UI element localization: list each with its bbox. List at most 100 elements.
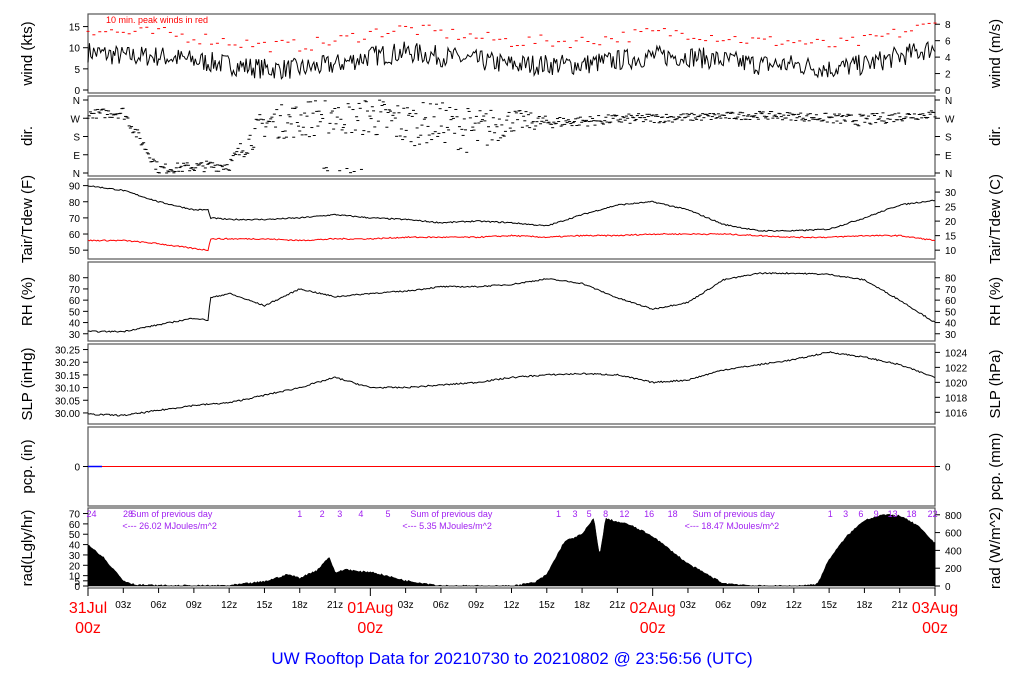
x-tick-label: 06z bbox=[433, 600, 449, 611]
sun-hour-label: 2 bbox=[320, 509, 325, 519]
dir-ylabel: dir. bbox=[19, 126, 36, 146]
sun-hour-label: 18 bbox=[668, 509, 678, 519]
slp-ytick-right-label: 1016 bbox=[945, 408, 968, 419]
wind-ytick-right-label: 8 bbox=[945, 20, 951, 31]
day-label: 02Aug bbox=[630, 600, 676, 617]
temp-ytick-right-label: 30 bbox=[945, 188, 957, 199]
slp-ytick-right-label: 1018 bbox=[945, 393, 968, 404]
rad-sum-label: Sum of previous day bbox=[693, 509, 776, 519]
pcp-ytick-right-label: 0 bbox=[945, 463, 951, 474]
temp-ytick-right-label: 25 bbox=[945, 203, 957, 214]
rad-sum-value: <--- 18.47 MJoules/m^2 bbox=[685, 521, 780, 531]
slp-ytick-right-label: 1020 bbox=[945, 378, 968, 389]
day-hour-label: 00z bbox=[75, 620, 101, 637]
wind-ytick-label: 15 bbox=[69, 23, 81, 34]
dir-ytick-label: N bbox=[73, 169, 80, 180]
sun-hour-label: 18 bbox=[906, 509, 916, 519]
rad-sum-value: <--- 5.35 MJoules/m^2 bbox=[402, 521, 492, 531]
rad-ytick-right-label: 200 bbox=[945, 564, 962, 575]
rh-ylabel-right: RH (%) bbox=[987, 277, 1004, 326]
x-tick-label: 06z bbox=[151, 600, 167, 611]
temp-ylabel-right: Tair/Tdew (C) bbox=[987, 174, 1004, 264]
wind-speed-line bbox=[87, 40, 936, 80]
rh-ytick-label: 50 bbox=[69, 307, 81, 318]
x-tick-label: 03z bbox=[398, 600, 414, 611]
sun-hour-label: 16 bbox=[644, 509, 654, 519]
x-tick-label: 21z bbox=[892, 600, 908, 611]
page-title: UW Rooftop Data for 20210730 to 20210802… bbox=[271, 649, 753, 668]
sun-hour-label: 1 bbox=[556, 509, 561, 519]
day-hour-label: 00z bbox=[922, 620, 948, 637]
day-hour-label: 00z bbox=[357, 620, 383, 637]
temp-ytick-label: 80 bbox=[69, 198, 81, 209]
sun-hour-label: 3 bbox=[573, 509, 578, 519]
x-tick-label: 12z bbox=[503, 600, 519, 611]
x-tick-label: 18z bbox=[292, 600, 308, 611]
rh-ytick-right-label: 50 bbox=[945, 307, 957, 318]
sun-hour-label: 3 bbox=[337, 509, 342, 519]
x-tick-label: 18z bbox=[574, 600, 590, 611]
x-tick-label: 12z bbox=[221, 600, 237, 611]
rh-ytick-label: 40 bbox=[69, 319, 81, 330]
day-label: 01Aug bbox=[347, 600, 393, 617]
rad-ytick-label: 60 bbox=[69, 520, 81, 531]
x-tick-label: 09z bbox=[186, 600, 202, 611]
slp-line bbox=[87, 351, 936, 417]
dir-ytick-right-label: E bbox=[945, 151, 952, 162]
dir-frame bbox=[87, 95, 936, 177]
dir-ytick-label: N bbox=[73, 96, 80, 107]
temp-ytick-right-label: 20 bbox=[945, 217, 957, 228]
dir-ylabel-right: dir. bbox=[987, 126, 1004, 146]
slp-ytick-label: 30.20 bbox=[55, 358, 80, 369]
rad-sum-value: <--- 26.02 MJoules/m^2 bbox=[122, 521, 217, 531]
rh-ytick-right-label: 40 bbox=[945, 319, 957, 330]
temp-ylabel: Tair/Tdew (F) bbox=[19, 175, 36, 263]
day-hour-label: 00z bbox=[640, 620, 666, 637]
rh-ytick-label: 60 bbox=[69, 296, 81, 307]
x-tick-label: 09z bbox=[468, 600, 484, 611]
wind-frame bbox=[87, 13, 936, 94]
slp-ytick-right-label: 1024 bbox=[945, 348, 968, 359]
x-tick-label: 03z bbox=[680, 600, 696, 611]
day-label: 03Aug bbox=[912, 600, 958, 617]
wind-ytick-label: 5 bbox=[74, 65, 80, 76]
wind-ytick-right-label: 4 bbox=[945, 53, 951, 64]
x-tick-label: 03z bbox=[115, 600, 131, 611]
sun-hour-label: 12 bbox=[619, 509, 629, 519]
temp-ytick-label: 60 bbox=[69, 230, 81, 241]
rad-ylabel-right: rad (W/m^2) bbox=[987, 507, 1004, 589]
rh-ytick-label: 70 bbox=[69, 285, 81, 296]
rad-ytick-right-label: 800 bbox=[945, 511, 962, 522]
pcp-ytick-label: 0 bbox=[74, 463, 80, 474]
slp-ytick-label: 30.00 bbox=[55, 409, 80, 420]
x-tick-label: 12z bbox=[786, 600, 802, 611]
day-label: 31Jul bbox=[69, 600, 107, 617]
rad-ytick-label: 40 bbox=[69, 541, 81, 552]
slp-ytick-label: 30.15 bbox=[55, 371, 80, 382]
x-tick-label: 15z bbox=[256, 600, 272, 611]
rh-ylabel: RH (%) bbox=[19, 277, 36, 326]
meteogram: wind (kts) wind (m/s) 0 5 10 15 0 2 4 6 8 10 min. p… bbox=[0, 0, 1024, 700]
rh-ytick-label: 30 bbox=[69, 330, 81, 341]
rh-ytick-right-label: 70 bbox=[945, 285, 957, 296]
rad-sum-label: Sum of previous day bbox=[410, 509, 493, 519]
temp-ytick-label: 70 bbox=[69, 214, 81, 225]
temp-ytick-right-label: 10 bbox=[945, 246, 957, 257]
sun-hour-label: 6 bbox=[858, 509, 863, 519]
x-tick-label: 21z bbox=[609, 600, 625, 611]
sun-hour-label: 1 bbox=[297, 509, 302, 519]
rad-ytick-right-label: 600 bbox=[945, 529, 962, 540]
sun-hour-label: 8 bbox=[603, 509, 608, 519]
temp-frame bbox=[87, 178, 936, 260]
sun-hour-label: 3 bbox=[843, 509, 848, 519]
wind-ylabel-right: wind (m/s) bbox=[987, 19, 1004, 89]
rh-ytick-right-label: 30 bbox=[945, 330, 957, 341]
wind-ylabel: wind (kts) bbox=[19, 21, 36, 86]
tair-line bbox=[87, 185, 936, 232]
dir-ytick-label: W bbox=[71, 114, 81, 125]
rad-ytick-label: 30 bbox=[69, 551, 81, 562]
sun-hour-label: 4 bbox=[358, 509, 363, 519]
wind-ytick-label: 10 bbox=[69, 44, 81, 55]
temp-ytick-label: 50 bbox=[69, 246, 81, 257]
rad-ytick-label: 50 bbox=[69, 530, 81, 541]
